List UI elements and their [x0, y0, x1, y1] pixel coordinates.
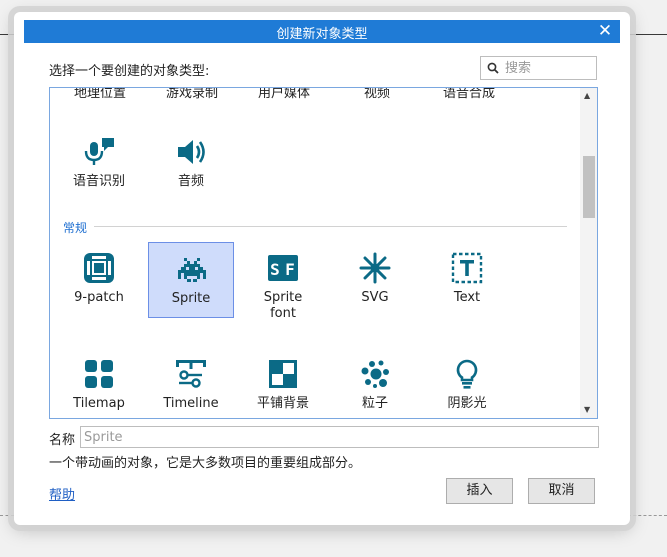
object-type-text[interactable]: Text: [424, 242, 510, 318]
close-button[interactable]: ✕: [596, 21, 614, 41]
help-link[interactable]: 帮助: [49, 484, 75, 503]
object-type-timeline[interactable]: Timeline: [148, 348, 234, 418]
object-type-list[interactable]: 地理位置 游戏录制 用户媒体 视频 语音合成 语音识别 音频 常规 9-patc…: [49, 87, 598, 419]
svg-text:F: F: [285, 260, 295, 279]
object-type-9-patch[interactable]: 9-patch: [56, 242, 142, 318]
close-icon: ✕: [597, 21, 613, 41]
create-object-dialog: 创建新对象类型 ✕ 选择一个要创建的对象类型: 地理位置 游戏录制 用户媒体 视…: [14, 12, 630, 525]
dialog-title: 创建新对象类型: [276, 27, 368, 42]
object-type-label: 平铺背景: [256, 396, 309, 411]
object-type-label: 粒子: [361, 396, 388, 411]
object-type-label: 阴影光: [447, 396, 487, 411]
object-type-label: 9-patch: [74, 290, 124, 305]
section-divider: [94, 226, 567, 227]
name-label: 名称: [49, 433, 76, 448]
background-dashed-line: [628, 515, 667, 516]
scroll-down-arrow-icon[interactable]: ▼: [584, 406, 590, 414]
text-icon: [451, 252, 483, 284]
dialog-titlebar: 创建新对象类型 ✕: [24, 20, 620, 43]
section-label-general: 常规: [63, 221, 88, 235]
speaker-audio-icon: [178, 140, 205, 164]
timeline-icon: [176, 360, 206, 388]
scrollbar-thumb[interactable]: [583, 156, 595, 218]
object-type-speech-recognition[interactable]: 语音识别: [56, 126, 142, 202]
tiled-background-icon: [269, 360, 297, 388]
object-type-audio[interactable]: 音频: [148, 126, 234, 202]
object-type-shadow-light[interactable]: 阴影光: [424, 348, 510, 418]
name-input[interactable]: [80, 426, 599, 448]
list-item-label-speech-synthesis[interactable]: 语音合成: [443, 88, 495, 101]
svg-text:S: S: [270, 260, 280, 279]
object-type-label: Timeline: [163, 396, 219, 411]
object-type-sprite[interactable]: Sprite: [148, 242, 234, 318]
scroll-up-arrow-icon[interactable]: ▲: [584, 92, 590, 100]
object-type-tiled-background[interactable]: 平铺背景: [240, 348, 326, 418]
list-item-label-video[interactable]: 视频: [364, 88, 390, 101]
particles-icon: [361, 360, 389, 388]
top-row-labels-clipped: 地理位置 游戏录制 用户媒体 视频 语音合成: [50, 88, 570, 101]
cancel-button[interactable]: 取消: [528, 478, 595, 504]
svg-asterisk-icon: [359, 252, 391, 284]
space-invader-sprite-icon: [178, 258, 206, 282]
object-type-label: Sprite: [171, 291, 211, 306]
insert-button[interactable]: 插入: [446, 478, 513, 504]
object-type-description: 一个带动画的对象，它是大多数项目的重要组成部分。: [49, 456, 362, 471]
nine-patch-icon: [84, 253, 114, 283]
shadow-light-icon: [456, 359, 478, 389]
search-icon: [487, 62, 499, 74]
object-type-particles[interactable]: 粒子: [332, 348, 418, 418]
object-type-sprite-font[interactable]: S F Sprite font: [240, 242, 326, 321]
object-type-label: Tilemap: [73, 396, 125, 411]
object-type-label: Text: [453, 290, 481, 305]
object-type-svg[interactable]: SVG: [332, 242, 418, 318]
list-item-label-game-recording[interactable]: 游戏录制: [166, 88, 218, 101]
list-scrollbar[interactable]: ▲ ▼: [580, 88, 597, 418]
object-type-label: 音频: [177, 174, 204, 189]
microphone-speech-icon: [84, 138, 114, 165]
dialog-prompt: 选择一个要创建的对象类型:: [49, 64, 210, 79]
tilemap-icon: [85, 360, 113, 388]
sprite-font-icon: S F: [268, 255, 298, 281]
list-item-label-user-media[interactable]: 用户媒体: [258, 88, 310, 101]
object-type-label: Sprite font: [263, 290, 303, 321]
search-box[interactable]: [480, 56, 597, 80]
list-item-label-geolocation[interactable]: 地理位置: [74, 88, 126, 101]
object-type-label: SVG: [361, 290, 389, 305]
background-dashed-line-left: [0, 515, 14, 516]
search-input[interactable]: [503, 59, 593, 77]
object-type-tilemap[interactable]: Tilemap: [56, 348, 142, 418]
object-type-label: 语音识别: [72, 174, 125, 189]
